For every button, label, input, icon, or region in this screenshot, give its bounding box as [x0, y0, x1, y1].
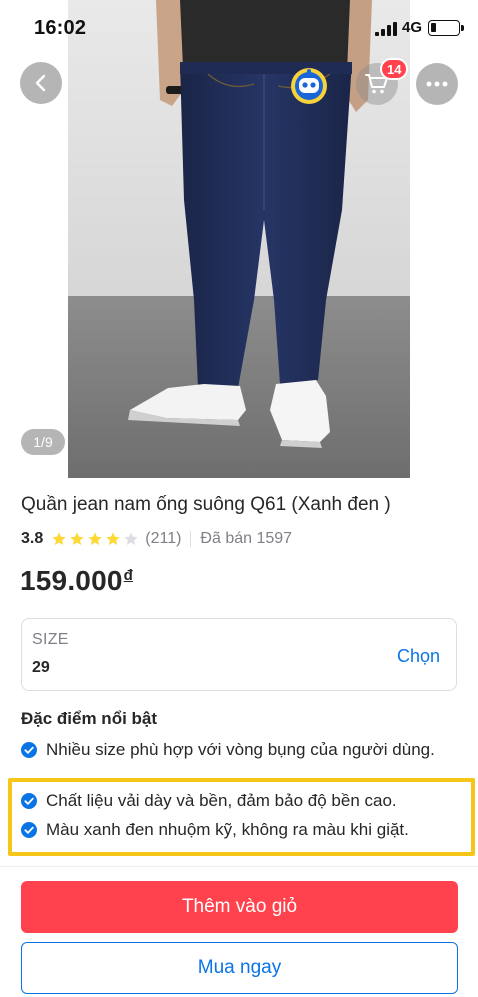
rating-value: 3.8: [21, 530, 44, 547]
back-button[interactable]: [20, 62, 62, 104]
cart-count-badge: 14: [380, 58, 409, 80]
rating-row[interactable]: 3.8 (211) Đã bán 1597: [21, 528, 292, 550]
chatbot-icon: [291, 68, 327, 104]
size-value: 29: [32, 659, 50, 676]
network-type: 4G: [402, 19, 423, 36]
add-to-cart-button[interactable]: Thêm vào giỏ: [21, 881, 458, 933]
battery-icon: [428, 20, 464, 36]
back-arrow-icon: [35, 74, 46, 92]
product-price: 159.000đ: [20, 565, 133, 597]
check-circle-icon: [21, 793, 37, 809]
divider: [190, 531, 192, 547]
star-icon: [52, 532, 66, 545]
feature-item: Màu xanh đen nhuộm kỹ, không ra màu khi …: [21, 819, 461, 841]
chatbot-button[interactable]: [288, 64, 330, 106]
star-icon: [106, 532, 120, 545]
feature-text: Màu xanh đen nhuộm kỹ, không ra màu khi …: [46, 820, 409, 839]
star-icon: [88, 532, 102, 545]
choose-size-link[interactable]: Chọn: [397, 646, 440, 667]
sold-count: Đã bán 1597: [200, 530, 293, 547]
status-bar: 16:02 4G: [0, 0, 478, 56]
rating-stars: [51, 531, 139, 547]
buy-now-button[interactable]: Mua ngay: [21, 942, 458, 994]
more-button[interactable]: [416, 63, 458, 105]
status-time: 16:02: [34, 17, 87, 39]
feature-text: Chất liệu vải dày và bền, đảm bảo độ bền…: [46, 791, 397, 810]
star-icon: [70, 532, 84, 545]
signal-icon: [375, 22, 397, 36]
features-title: Đặc điểm nổi bật: [21, 709, 158, 728]
check-circle-icon: [21, 742, 37, 758]
section-divider: [0, 866, 478, 867]
star-icon: [124, 532, 138, 545]
review-count[interactable]: (211): [145, 530, 181, 548]
product-title: Quần jean nam ống suông Q61 (Xanh đen ): [21, 494, 391, 515]
currency-symbol: đ: [123, 567, 133, 584]
size-selector[interactable]: SIZE 29 Chọn: [21, 618, 457, 691]
feature-text: Nhiều size phù hợp với vòng bụng của ngư…: [46, 740, 435, 759]
image-counter: 1/9: [21, 429, 65, 455]
feature-item: Nhiều size phù hợp với vòng bụng của ngư…: [21, 739, 441, 761]
feature-item: Chất liệu vải dày và bền, đảm bảo độ bền…: [21, 790, 461, 812]
size-label: SIZE: [32, 631, 69, 648]
check-circle-icon: [21, 822, 37, 838]
price-value: 159.000: [20, 565, 123, 596]
more-icon: [426, 81, 448, 87]
